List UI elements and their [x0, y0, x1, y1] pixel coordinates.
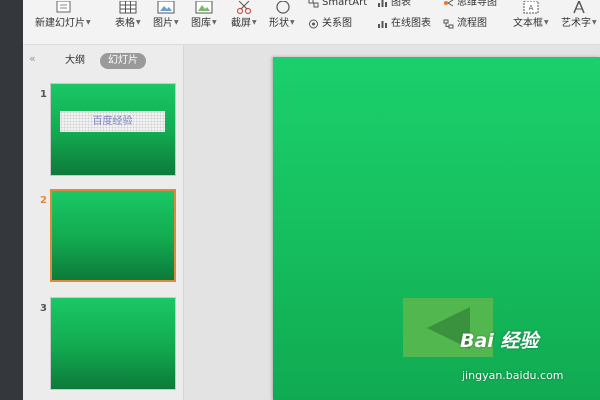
chevron-down-icon: ▼: [252, 19, 257, 26]
relation-button[interactable]: 关系图: [308, 18, 352, 30]
table-button[interactable]: 表格▼: [115, 0, 141, 30]
new-slide-button[interactable]: 新建幻灯片▼: [35, 0, 91, 30]
smartart-icon: [308, 0, 319, 8]
mindmap-label: 思维导图: [457, 0, 497, 8]
shape-button[interactable]: 形状▼: [269, 0, 295, 30]
wordart-label: 艺术字: [561, 18, 591, 29]
screenshot-button[interactable]: 截屏▼: [231, 0, 257, 30]
chart-button[interactable]: 图表: [377, 0, 411, 9]
wordart-button[interactable]: 艺术字▼: [561, 0, 597, 30]
online-chart-button[interactable]: 在线图表: [377, 18, 431, 30]
picture-icon: [157, 0, 175, 14]
online-chart-label: 在线图表: [391, 18, 431, 29]
chevron-down-icon: ▼: [544, 19, 549, 26]
flowchart-icon: [443, 19, 454, 29]
textbox-label: 文本框: [513, 18, 543, 29]
gallery-icon: [195, 0, 213, 14]
smartart-button[interactable]: SmartArt: [308, 0, 367, 9]
shape-icon: [273, 0, 291, 14]
slide-number: 2: [40, 195, 47, 206]
new-slide-icon: [54, 0, 72, 14]
slide-panel: « 大纲 幻灯片 1 百度经验 2 3: [23, 45, 184, 400]
thumbnail-title-text: 百度经验: [60, 111, 165, 132]
slide-thumbnail-3[interactable]: [50, 297, 176, 390]
chevron-down-icon: ▼: [290, 19, 295, 26]
chevron-down-icon: ▼: [86, 19, 91, 26]
watermark-logo: Bai 经验: [460, 330, 539, 352]
chevron-down-icon: ▼: [136, 19, 141, 26]
new-slide-label: 新建幻灯片: [35, 18, 85, 29]
flowchart-button[interactable]: 流程图: [443, 18, 487, 30]
chevron-down-icon: ▼: [212, 19, 217, 26]
slide-number: 1: [40, 89, 47, 100]
relation-label: 关系图: [322, 18, 352, 29]
flowchart-label: 流程图: [457, 18, 487, 29]
smartart-label: SmartArt: [322, 0, 368, 8]
chevron-down-icon: ▼: [174, 19, 179, 26]
tab-slides[interactable]: 幻灯片: [100, 53, 146, 69]
table-label: 表格: [115, 18, 135, 29]
svg-text:A: A: [528, 4, 533, 12]
chart-label: 图表: [391, 0, 411, 8]
table-icon: [119, 0, 137, 14]
baidu-watermark: Bai 经验 jingyan.baidu.com: [460, 330, 600, 390]
chart-icon: [377, 0, 388, 8]
picture-label: 图片: [153, 18, 173, 29]
gallery-button[interactable]: 图库▼: [191, 0, 217, 30]
slide-thumbnail-2[interactable]: [50, 189, 176, 282]
slide-thumbnail-1[interactable]: 百度经验: [50, 83, 176, 176]
screenshot-label: 截屏: [231, 18, 251, 29]
wps-presentation-window: 新建幻灯片▼ 表格▼ 图片▼ 图库▼ 截屏▼ 形状▼ SmartArt 图表 思…: [0, 0, 600, 400]
textbox-icon: A: [522, 0, 540, 14]
picture-button[interactable]: 图片▼: [153, 0, 179, 30]
mindmap-button[interactable]: 思维导图: [443, 0, 497, 9]
online-chart-icon: [377, 19, 388, 29]
textbox-button[interactable]: A 文本框▼: [513, 0, 549, 30]
watermark-url: jingyan.baidu.com: [462, 369, 564, 382]
left-window-strip: [0, 0, 23, 400]
scissors-icon: [235, 0, 253, 15]
collapse-panel-icon[interactable]: «: [29, 53, 36, 65]
mindmap-icon: [443, 0, 454, 8]
shape-label: 形状: [269, 18, 289, 29]
chevron-down-icon: ▼: [592, 19, 597, 26]
gallery-label: 图库: [191, 18, 211, 29]
wordart-icon: [570, 0, 588, 14]
slide-number: 3: [40, 303, 47, 314]
tab-outline[interactable]: 大纲: [65, 54, 85, 68]
relation-icon: [308, 19, 319, 29]
insert-ribbon: 新建幻灯片▼ 表格▼ 图片▼ 图库▼ 截屏▼ 形状▼ SmartArt 图表 思…: [23, 0, 600, 45]
